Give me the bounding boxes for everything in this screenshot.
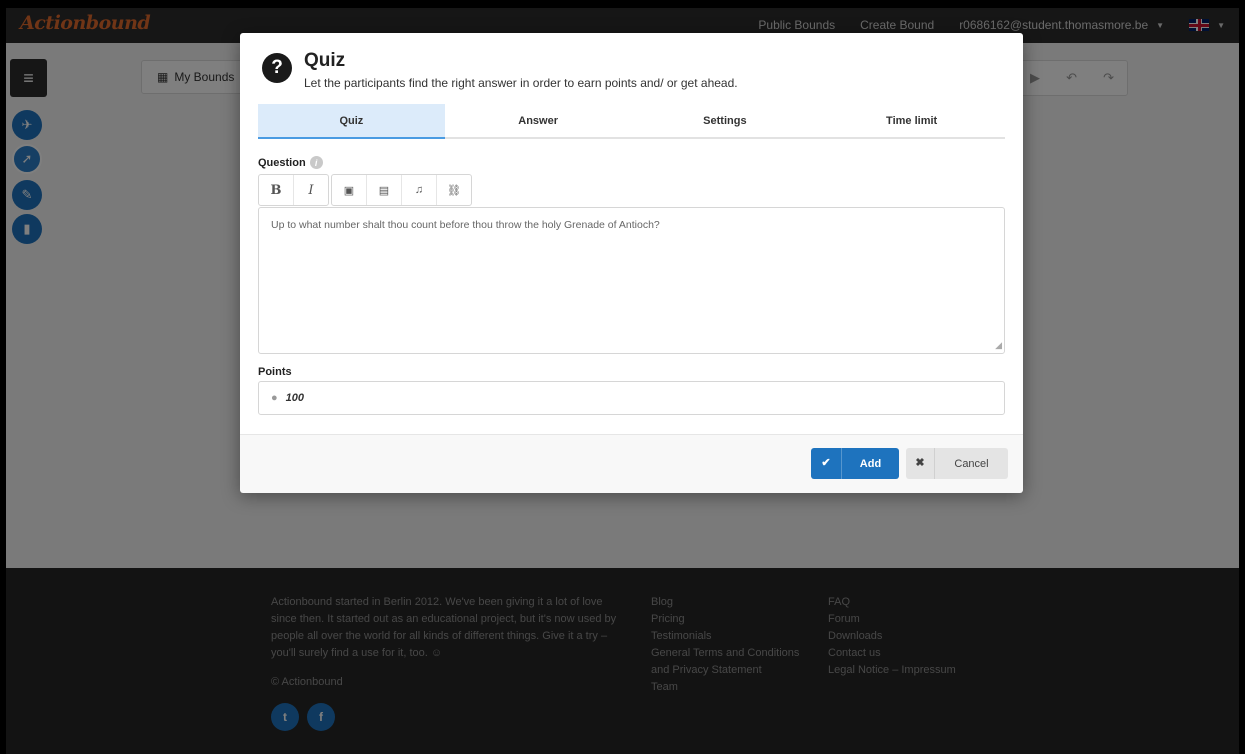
piggy-bank-icon: ● (271, 392, 278, 404)
info-icon[interactable]: i (309, 156, 323, 169)
video-icon[interactable]: ▤ (367, 175, 402, 205)
add-button[interactable]: ✔ Add (811, 448, 899, 479)
modal-tabs: Quiz Answer Settings Time limit (258, 104, 1005, 139)
close-icon: ✖ (906, 448, 935, 479)
modal-subtitle: Let the participants find the right answ… (304, 76, 738, 90)
editor-toolbar: B I ▣ ▤ ♫ ⛓ (258, 174, 474, 206)
bold-icon[interactable]: B (259, 175, 294, 205)
tab-answer[interactable]: Answer (445, 104, 632, 137)
cancel-button-label: Cancel (954, 457, 989, 470)
points-label: Points (258, 366, 292, 378)
media-group: ▣ ▤ ♫ ⛓ (331, 174, 472, 206)
text-format-group: B I (258, 174, 329, 206)
add-button-label: Add (859, 457, 882, 470)
cancel-button[interactable]: ✖ Cancel (906, 448, 1008, 479)
quiz-modal: ? Quiz Let the participants find the rig… (240, 33, 1023, 493)
tab-settings[interactable]: Settings (632, 104, 819, 137)
tab-time-limit[interactable]: Time limit (818, 104, 1005, 137)
check-icon: ✔ (811, 448, 842, 479)
italic-icon[interactable]: I (294, 175, 328, 205)
points-value: 100 (285, 392, 305, 404)
music-icon[interactable]: ♫ (402, 175, 437, 205)
question-label-text: Question (258, 156, 306, 169)
question-icon: ? (262, 53, 292, 83)
question-text: Up to what number shalt thou count befor… (271, 219, 660, 231)
question-label: Question i (258, 156, 323, 169)
points-input[interactable]: ● 100 (258, 381, 1005, 415)
resize-handle-icon[interactable]: ◢ (995, 340, 1002, 351)
tab-quiz[interactable]: Quiz (258, 104, 445, 139)
image-icon[interactable]: ▣ (332, 175, 367, 205)
modal-title: Quiz (304, 50, 346, 71)
question-textarea[interactable]: Up to what number shalt thou count befor… (258, 207, 1005, 354)
link-icon[interactable]: ⛓ (437, 175, 471, 205)
modal-footer: ✔ Add ✖ Cancel (240, 434, 1023, 493)
